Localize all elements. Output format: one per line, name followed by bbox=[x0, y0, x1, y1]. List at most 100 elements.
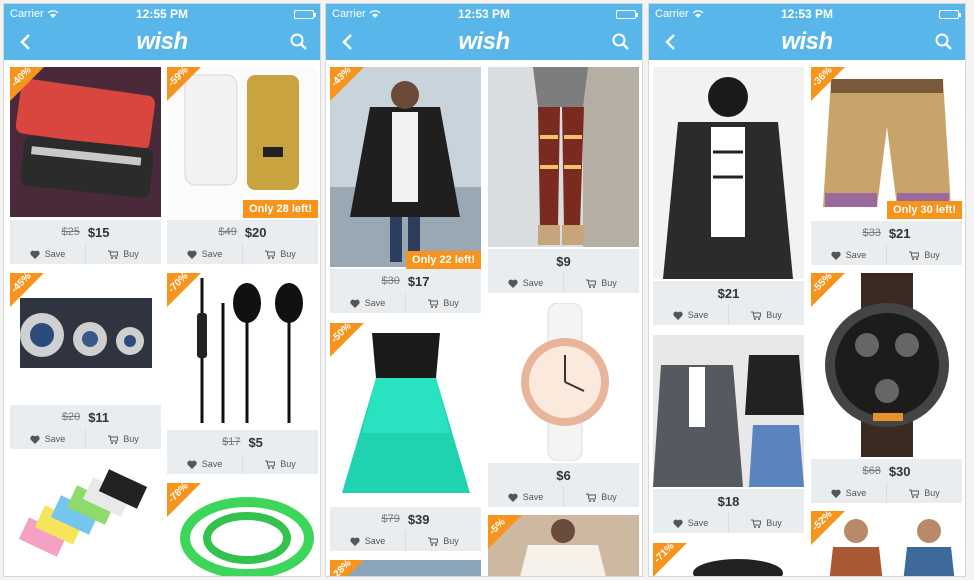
product-card[interactable]: -59% Only 28 left! $49 $20 Save Buy bbox=[166, 65, 318, 264]
product-card[interactable]: $18 Save Buy bbox=[653, 335, 804, 533]
buy-button[interactable]: Buy bbox=[86, 244, 161, 264]
product-card[interactable]: $9 Save Buy bbox=[488, 67, 639, 293]
original-price: $33 bbox=[862, 227, 881, 239]
price-bar: $79 $39 Save Buy bbox=[330, 507, 481, 551]
price-bar: $33 $21 Save Buy bbox=[811, 221, 962, 265]
heart-icon bbox=[350, 537, 360, 546]
heart-icon bbox=[831, 489, 841, 498]
stock-left-badge: Only 28 left! bbox=[243, 200, 318, 218]
product-card[interactable]: $21 Save Buy bbox=[653, 67, 804, 326]
product-card[interactable]: -40% $25 $15 Save Buy bbox=[9, 65, 161, 264]
product-feed[interactable]: -43% Only 22 left! $30 $17 Save Buy $9 S… bbox=[326, 60, 642, 576]
sale-price: $5 bbox=[248, 434, 263, 450]
product-image-watch bbox=[488, 303, 639, 461]
product-card[interactable]: -5% bbox=[487, 515, 639, 576]
chevron-left-icon bbox=[20, 34, 30, 50]
stock-left-badge: Only 22 left! bbox=[406, 251, 481, 269]
status-time: 12:53 PM bbox=[457, 7, 511, 21]
search-button[interactable] bbox=[933, 31, 955, 53]
original-price: $30 bbox=[381, 275, 400, 287]
cart-icon bbox=[108, 435, 119, 444]
sale-price: $18 bbox=[717, 493, 740, 509]
sale-price: $15 bbox=[87, 224, 110, 240]
save-button[interactable]: Save bbox=[488, 487, 564, 507]
heart-icon bbox=[508, 279, 518, 288]
product-card[interactable] bbox=[10, 465, 161, 576]
buy-button[interactable]: Buy bbox=[86, 429, 161, 449]
price-bar: $17 $5 Save Buy bbox=[167, 430, 318, 474]
wish-logo: wish bbox=[458, 28, 510, 55]
product-card[interactable]: -50% $79 $39 Save Buy bbox=[329, 321, 481, 551]
price-bar: $68 $30 Save Buy bbox=[811, 459, 962, 503]
search-button[interactable] bbox=[288, 31, 310, 53]
sale-price: $11 bbox=[88, 409, 110, 425]
product-card[interactable]: -28% bbox=[329, 558, 481, 576]
buy-button[interactable]: Buy bbox=[564, 273, 639, 293]
original-price: $17 bbox=[222, 436, 241, 448]
search-button[interactable] bbox=[610, 31, 632, 53]
back-button[interactable] bbox=[659, 31, 681, 53]
back-button[interactable] bbox=[14, 31, 36, 53]
buy-button[interactable]: Buy bbox=[564, 487, 639, 507]
save-button[interactable]: Save bbox=[653, 305, 729, 325]
cart-icon bbox=[586, 493, 597, 502]
product-image-leggings bbox=[488, 67, 639, 247]
sale-price: $6 bbox=[556, 467, 571, 483]
save-button[interactable]: Save bbox=[10, 244, 86, 264]
save-button[interactable]: Save bbox=[330, 293, 406, 313]
wish-logo: wish bbox=[136, 28, 188, 55]
save-button[interactable]: Save bbox=[167, 454, 243, 474]
save-button[interactable]: Save bbox=[488, 273, 564, 293]
battery-icon bbox=[294, 9, 316, 19]
product-card[interactable]: $6 Save Buy bbox=[488, 303, 639, 507]
search-icon bbox=[935, 33, 952, 50]
buy-button[interactable]: Buy bbox=[729, 513, 804, 533]
buy-button[interactable]: Buy bbox=[406, 531, 481, 551]
product-card[interactable]: -71% bbox=[652, 541, 804, 576]
save-button[interactable]: Save bbox=[653, 513, 729, 533]
heart-icon bbox=[673, 311, 683, 320]
chevron-left-icon bbox=[665, 34, 675, 50]
product-card[interactable]: -52% bbox=[810, 509, 962, 576]
heart-icon bbox=[508, 493, 518, 502]
price-bar: $49 $20 Save Buy bbox=[167, 220, 318, 264]
cart-icon bbox=[751, 519, 762, 528]
product-card[interactable]: -70% $17 $5 Save Buy bbox=[166, 271, 318, 475]
heart-icon bbox=[30, 250, 40, 259]
cart-icon bbox=[586, 279, 597, 288]
cart-icon bbox=[428, 299, 439, 308]
save-button[interactable]: Save bbox=[10, 429, 86, 449]
original-price: $25 bbox=[61, 226, 80, 238]
sale-price: $9 bbox=[556, 253, 571, 269]
status-time: 12:53 PM bbox=[780, 7, 834, 21]
product-feed[interactable]: -40% $25$15 Save Buy -59% Only 28 left! bbox=[4, 60, 320, 576]
sale-price: $17 bbox=[407, 273, 430, 289]
buy-button[interactable]: Buy bbox=[887, 483, 962, 503]
product-card[interactable]: -36% Only 30 left! $33 $21 Save Buy bbox=[810, 65, 962, 265]
buy-button[interactable]: Buy bbox=[243, 454, 318, 474]
product-feed[interactable]: $21 Save Buy -36% Only 30 left! $33$21 bbox=[649, 60, 965, 576]
save-button[interactable]: Save bbox=[167, 244, 243, 264]
heart-icon bbox=[831, 251, 841, 260]
product-image-jacket bbox=[653, 67, 804, 279]
heart-icon bbox=[350, 299, 360, 308]
buy-button[interactable]: Buy bbox=[729, 305, 804, 325]
buy-button[interactable]: Buy bbox=[887, 245, 962, 265]
cart-icon bbox=[428, 537, 439, 546]
cart-icon bbox=[909, 251, 920, 260]
status-bar: Carrier 12:53 PM bbox=[326, 4, 642, 24]
product-card[interactable]: -55% $68 $30 Save Buy bbox=[810, 271, 962, 503]
cart-icon bbox=[751, 311, 762, 320]
save-button[interactable]: Save bbox=[811, 245, 887, 265]
back-button[interactable] bbox=[336, 31, 358, 53]
save-button[interactable]: Save bbox=[330, 531, 406, 551]
buy-button[interactable]: Buy bbox=[406, 293, 481, 313]
product-card[interactable]: -78% bbox=[166, 481, 318, 576]
product-card[interactable]: -43% Only 22 left! $30 $17 Save Buy bbox=[329, 65, 481, 313]
save-button[interactable]: Save bbox=[811, 483, 887, 503]
buy-button[interactable]: Buy bbox=[243, 244, 318, 264]
stock-left-badge: Only 30 left! bbox=[887, 201, 962, 219]
screenshot-collage: Carrier 12:55 PM wish -40% $25 $15 Save … bbox=[0, 0, 974, 580]
original-price: $68 bbox=[862, 465, 881, 477]
product-card[interactable]: -45% $20 $11 Save Buy bbox=[9, 271, 161, 453]
